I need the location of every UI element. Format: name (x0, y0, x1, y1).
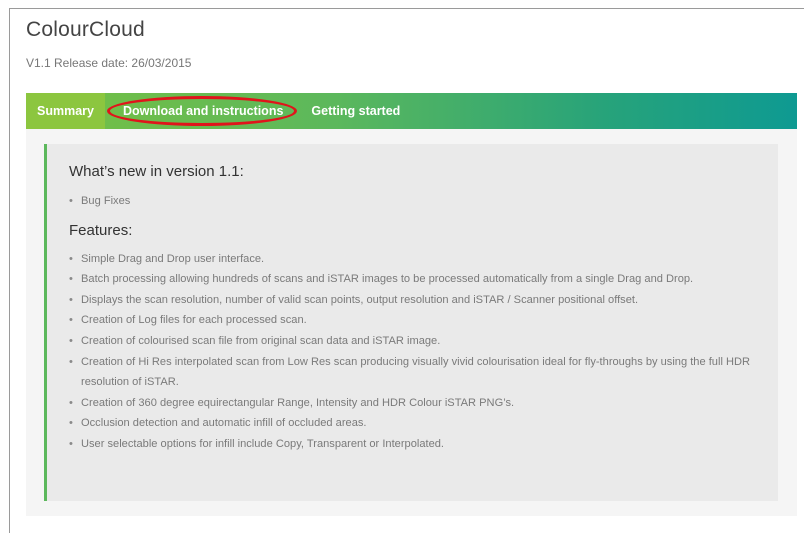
release-date: V1.1 Release date: 26/03/2015 (26, 56, 192, 70)
list-item: Batch processing allowing hundreds of sc… (69, 269, 758, 290)
list-item: Simple Drag and Drop user interface. (69, 249, 758, 270)
tab-getting-started[interactable]: Getting started (297, 93, 411, 129)
list-item: Bug Fixes (69, 191, 758, 212)
tab-label: Summary (37, 104, 94, 118)
features-heading: Features: (69, 221, 133, 239)
tab-summary[interactable]: Summary (26, 93, 105, 129)
features-list: Simple Drag and Drop user interface. Bat… (69, 249, 758, 455)
tab-label: Download and instructions (122, 104, 284, 118)
list-item: User selectable options for infill inclu… (69, 434, 758, 455)
tab-label: Getting started (311, 104, 401, 118)
list-item: Creation of Log files for each processed… (69, 310, 758, 331)
app-title: ColourCloud (26, 18, 145, 41)
list-item: Occlusion detection and automatic infill… (69, 413, 758, 434)
content-box: What’s new in version 1.1: Bug Fixes Fea… (44, 144, 778, 501)
tab-bar: Summary Download and instructions Gettin… (26, 93, 797, 129)
whats-new-list: Bug Fixes (69, 191, 758, 212)
tab-download-and-instructions[interactable]: Download and instructions (105, 93, 298, 129)
tab-panel: What’s new in version 1.1: Bug Fixes Fea… (26, 129, 797, 516)
whats-new-heading: What’s new in version 1.1: (69, 163, 244, 180)
list-item: Creation of Hi Res interpolated scan fro… (69, 352, 758, 393)
list-item: Displays the scan resolution, number of … (69, 290, 758, 311)
list-item: Creation of 360 degree equirectangular R… (69, 393, 758, 414)
list-item: Creation of colourised scan file from or… (69, 331, 758, 352)
